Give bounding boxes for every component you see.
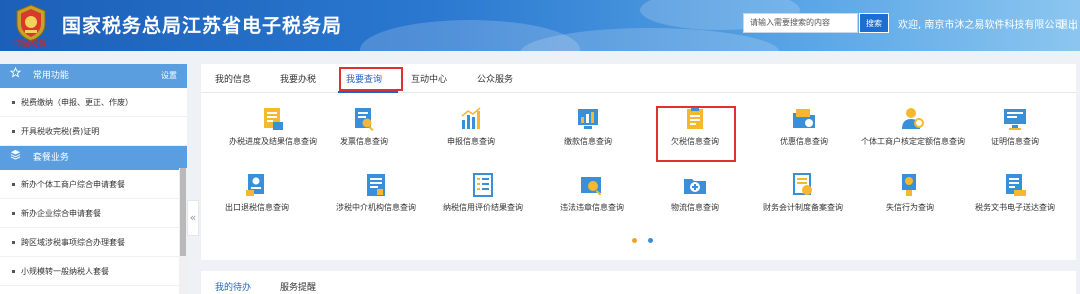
invoice-search-icon: [355, 108, 374, 131]
service-label: 出口退税信息查询: [225, 203, 289, 212]
tax-emblem-logo: [16, 4, 46, 42]
service-quota-query[interactable]: 个体工商户核定定额信息查询: [858, 106, 968, 147]
service-label: 失信行为查询: [886, 203, 934, 212]
active-tab-underline: [338, 91, 398, 93]
sidebar-item-label: 新办企业综合申请套餐: [21, 209, 101, 218]
tab-service-reminder[interactable]: 服务提醒: [280, 280, 316, 293]
service-label: 违法违章信息查询: [560, 203, 624, 212]
service-label: 税务文书电子送达查询: [975, 203, 1055, 212]
certificate-monitor-icon: [1004, 109, 1026, 130]
todo-panel: 我的待办 服务提醒: [201, 271, 1076, 294]
service-accounting-query[interactable]: 财务会计制度备案查询: [753, 172, 853, 213]
service-label: 证明信息查询: [991, 137, 1039, 146]
violation-search-icon: [581, 177, 602, 196]
service-progress-query[interactable]: 办税进度及结果信息查询: [223, 106, 323, 147]
sidebar-common-header: 常用功能 设置: [0, 64, 187, 88]
bullet-icon: [12, 270, 15, 273]
welcome-text: 欢迎, 南京市沐之易软件科技有限公司 |: [898, 16, 1075, 31]
service-label: 发票信息查询: [340, 137, 388, 146]
service-label: 申报信息查询: [447, 137, 495, 146]
service-agency-query[interactable]: 涉税中介机构信息查询: [326, 172, 426, 213]
emblem-signature: 中国税务: [14, 39, 46, 48]
logistics-plus-icon: [684, 179, 706, 194]
agency-document-icon: [367, 174, 385, 196]
sidebar-item-label: 开具税收完税(费)证明: [21, 127, 100, 136]
service-credit-query[interactable]: 纳税信用评价结果查询: [433, 172, 533, 213]
accounting-record-icon: [793, 173, 812, 195]
service-label: 物流信息查询: [671, 203, 719, 212]
sidebar-scrollbar-thumb[interactable]: [180, 168, 186, 256]
service-label: 个体工商户核定定额信息查询: [861, 137, 965, 146]
document-progress-icon: [264, 108, 283, 130]
highlight-box-query-tab: [339, 67, 403, 91]
sidebar-item-package[interactable]: 跨区域涉税事项综合办理套餐: [0, 228, 187, 257]
bullet-icon: [12, 212, 15, 215]
credit-list-icon: [473, 173, 493, 197]
welcome-label: 欢迎, 南京市沐之易软件科技有限公司: [898, 20, 1065, 31]
query-panel: 我的信息 我要办税 我要查询 互动中心 公众服务 办税进度及结果信息查询 发票信…: [201, 64, 1076, 260]
sidebar-package-header: 套餐业务: [0, 146, 187, 170]
tab-my-info[interactable]: 我的信息: [215, 72, 251, 85]
tab-bar: 我的信息 我要办税 我要查询 互动中心 公众服务: [201, 64, 1076, 93]
sidebar-item-package[interactable]: 新办个体工商户综合申请套餐: [0, 170, 187, 199]
e-document-delivery-icon: [1006, 174, 1026, 196]
sidebar-package-title: 套餐业务: [32, 153, 69, 163]
dishonesty-badge-icon: [902, 174, 916, 196]
service-dishonesty-query[interactable]: 失信行为查询: [860, 172, 960, 213]
bullet-icon: [12, 101, 15, 104]
service-label: 涉税中介机构信息查询: [336, 203, 416, 212]
pager-dot-active[interactable]: [632, 238, 637, 243]
site-title: 国家税务总局江苏省电子税务局: [62, 15, 343, 37]
bullet-icon: [12, 183, 15, 186]
service-declaration-query[interactable]: 申报信息查询: [421, 106, 521, 147]
sidebar-item-label: 新办个体工商户综合申请套餐: [21, 180, 125, 189]
search-input[interactable]: 请输入需要搜索的内容: [743, 13, 858, 33]
sidebar-settings-link[interactable]: 设置: [161, 64, 177, 88]
sidebar-common-title: 常用功能: [32, 71, 69, 81]
highlight-box-tax-arrears: [656, 106, 736, 162]
discount-folder-icon: [793, 109, 815, 128]
service-export-refund-query[interactable]: 出口退税信息查询: [207, 172, 307, 213]
service-label: 财务会计制度备案查询: [763, 203, 843, 212]
export-refund-icon: [246, 174, 264, 196]
service-label: 优惠信息查询: [780, 137, 828, 146]
tab-interaction[interactable]: 互动中心: [411, 72, 447, 85]
top-header: 中国税务 国家税务总局江苏省电子税务局 请输入需要搜索的内容 搜索 欢迎, 南京…: [0, 0, 1080, 51]
service-invoice-query[interactable]: 发票信息查询: [314, 106, 414, 147]
service-label: 缴款信息查询: [564, 137, 612, 146]
sidebar-item-package[interactable]: 新办企业综合申请套餐: [0, 199, 187, 228]
payment-chart-icon: [578, 109, 598, 129]
layers-icon: [10, 146, 22, 170]
tab-my-todo[interactable]: 我的待办: [215, 280, 251, 293]
sidebar-item-label: 小规模转一般纳税人套餐: [21, 267, 109, 276]
pager-dot[interactable]: [648, 238, 653, 243]
service-certificate-query[interactable]: 证明信息查询: [965, 106, 1065, 147]
sidebar-item-label: 跨区域涉税事项综合办理套餐: [21, 238, 125, 247]
service-violation-query[interactable]: 违法违章信息查询: [542, 172, 642, 213]
sidebar: 常用功能 设置 税费缴纳（申报、更正、作废） 开具税收完税(费)证明 套餐业务 …: [0, 64, 187, 294]
tab-public-service[interactable]: 公众服务: [477, 72, 513, 85]
service-discount-query[interactable]: 优惠信息查询: [754, 106, 854, 147]
star-icon: [9, 64, 22, 88]
sidebar-item-tax-payment[interactable]: 税费缴纳（申报、更正、作废）: [0, 88, 187, 117]
bullet-icon: [12, 241, 15, 244]
service-label: 纳税信用评价结果查询: [443, 203, 523, 212]
bullet-icon: [12, 130, 15, 133]
service-e-delivery-query[interactable]: 税务文书电子送达查询: [965, 172, 1065, 213]
service-label: 办税进度及结果信息查询: [229, 137, 317, 146]
service-payment-query[interactable]: 缴款信息查询: [538, 106, 638, 147]
tab-handle-tax[interactable]: 我要办税: [280, 72, 316, 85]
search-button[interactable]: 搜索: [859, 13, 889, 33]
person-audit-icon: [902, 108, 924, 129]
sidebar-item-label: 税费缴纳（申报、更正、作废）: [21, 98, 133, 107]
declaration-chart-icon: [461, 107, 481, 129]
service-logistics-query[interactable]: 物流信息查询: [645, 172, 745, 213]
logout-link[interactable]: 退出: [1058, 16, 1078, 31]
sidebar-item-tax-certificate[interactable]: 开具税收完税(费)证明: [0, 117, 187, 146]
sidebar-item-package[interactable]: 小规模转一般纳税人套餐: [0, 257, 187, 286]
sidebar-collapse-button[interactable]: «: [187, 200, 199, 236]
